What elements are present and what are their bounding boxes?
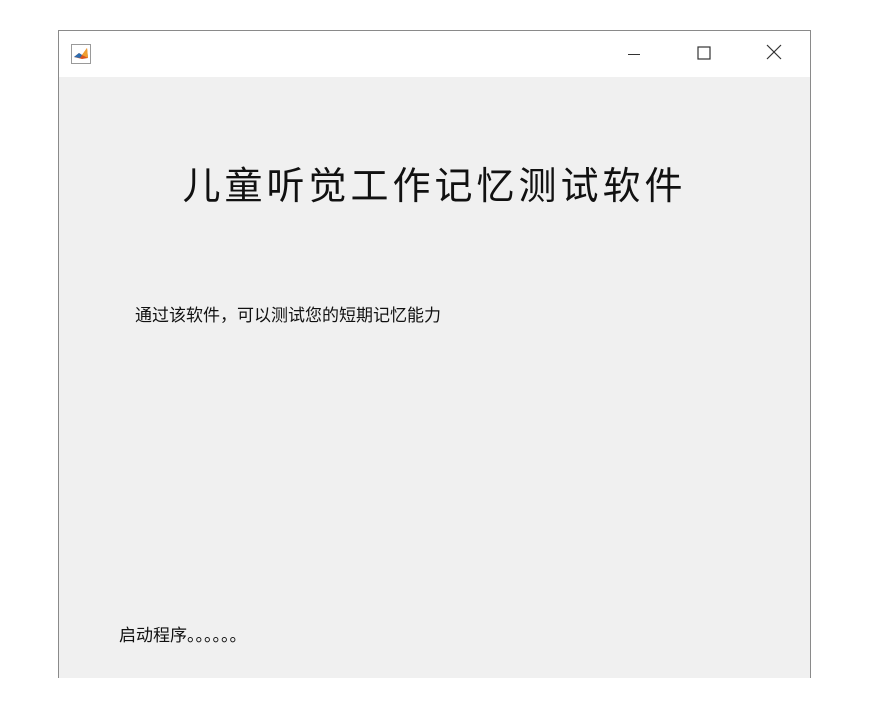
close-button[interactable]	[751, 31, 797, 77]
minimize-button[interactable]	[611, 31, 657, 77]
app-window: 儿童听觉工作记忆测试软件 通过该软件，可以测试您的短期记忆能力 启动程序。。。。…	[58, 30, 811, 678]
description-text: 通过该软件，可以测试您的短期记忆能力	[135, 306, 441, 326]
window-content: 儿童听觉工作记忆测试软件 通过该软件，可以测试您的短期记忆能力 启动程序。。。。…	[59, 77, 810, 678]
maximize-button[interactable]	[681, 31, 727, 77]
minimize-icon	[628, 45, 640, 64]
title-bar[interactable]	[59, 31, 810, 77]
matlab-membrane-icon[interactable]	[71, 44, 91, 64]
close-icon	[766, 44, 782, 64]
maximize-icon	[697, 45, 711, 64]
app-title: 儿童听觉工作记忆测试软件	[182, 164, 687, 208]
status-text: 启动程序。。。。。。	[119, 626, 247, 646]
